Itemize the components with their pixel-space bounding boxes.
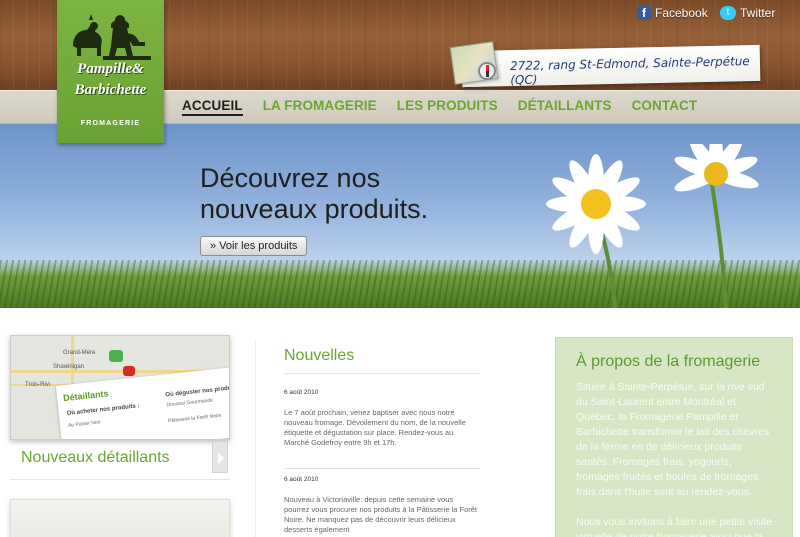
- nav-item-detaillants[interactable]: DÉTAILLANTS: [518, 98, 612, 116]
- hero-title-line1: Découvrez nos: [200, 163, 381, 193]
- divider: [284, 468, 480, 469]
- where-to-taste-label: Où déguster nos produits: [165, 384, 230, 399]
- retailer-name: Pâtisserie la Forêt Noire: [167, 412, 222, 425]
- nav-item-accueil[interactable]: ACCUEIL: [182, 98, 243, 116]
- twitter-label: Twitter: [740, 6, 776, 20]
- brand-name-line2: Barbichette: [74, 82, 147, 98]
- about-body: Située à Sainte-Perpétue, sur la rive su…: [576, 380, 776, 537]
- map-label: Trois-Rivi: [25, 382, 51, 388]
- news-date: 6 août 2010: [284, 476, 319, 483]
- arrow-right-icon[interactable]: [212, 441, 228, 473]
- about-title: À propos de la fromagerie: [576, 353, 761, 370]
- news-body: Nouveau à Victoriaville: depuis cette se…: [284, 495, 478, 534]
- news-item: 6 août 2010 Le 7 août prochain, venez ba…: [284, 389, 480, 448]
- brand-name-line1: Pampille&: [77, 61, 144, 77]
- divider: [284, 373, 480, 374]
- map-label: Shawinigan: [53, 364, 85, 370]
- facebook-icon: f: [637, 6, 651, 20]
- facebook-label: Facebook: [655, 6, 708, 20]
- address-text: 2722, rang St-Edmond, Sainte-Perpétue (Q…: [509, 54, 750, 88]
- news-date: 6 août 2010: [284, 389, 319, 396]
- news-item: 6 août 2010 Nouveau à Victoriaville: dep…: [284, 476, 480, 535]
- retailers-card: Détaillants Où acheter nos produits : Au…: [55, 366, 230, 439]
- map-marker-icon: [123, 366, 135, 376]
- twitter-link[interactable]: t Twitter: [720, 6, 775, 20]
- brand-name: Pampille& Barbichette: [57, 62, 164, 98]
- hero-title: Découvrez nos nouveaux produits.: [200, 163, 520, 225]
- new-retailers-title[interactable]: Nouveaux détaillants: [21, 449, 170, 467]
- logo[interactable]: Pampille& Barbichette FROMAGERIE: [57, 0, 164, 143]
- where-to-buy-label: Où acheter nos produits :: [66, 403, 140, 417]
- map-marker-icon: [109, 350, 123, 362]
- retailers-card-heading: Détaillants: [62, 388, 109, 404]
- map-label: Grand-Mère: [63, 350, 96, 356]
- daisy-flowers-image: [546, 144, 759, 308]
- divider: [10, 479, 230, 480]
- about-box: À propos de la fromagerie Située à Saint…: [555, 337, 793, 537]
- divider: [255, 340, 256, 537]
- news-title: Nouvelles: [284, 347, 355, 364]
- brand-tagline: FROMAGERIE: [80, 120, 141, 127]
- retailer-name: Douceur Gourmande: [166, 397, 214, 409]
- twitter-icon: t: [720, 6, 736, 20]
- about-paragraph: Nous vous invitons à faire une petite vi…: [576, 516, 773, 537]
- retailer-name: Au Panier Noir: [67, 419, 101, 429]
- nav-item-la-fromagerie[interactable]: LA FROMAGERIE: [263, 98, 377, 116]
- hero-title-line2: nouveaux produits.: [200, 194, 429, 224]
- view-products-button[interactable]: » Voir les produits: [200, 236, 308, 256]
- compass-icon: [478, 62, 496, 80]
- news-body: Le 7 août prochain, venez baptiser avec …: [284, 408, 466, 447]
- nav-item-les-produits[interactable]: LES PRODUITS: [397, 98, 498, 116]
- facebook-link[interactable]: f Facebook: [637, 6, 708, 20]
- retailers-map-thumbnail[interactable]: Grand-Mère Shawinigan Trois-Rivi Détaill…: [10, 335, 230, 440]
- news-section: Nouvelles: [284, 347, 474, 365]
- about-paragraph: Située à Sainte-Perpétue, sur la rive su…: [576, 381, 770, 498]
- second-thumbnail[interactable]: [10, 499, 230, 537]
- goats-silhouette-icon: [73, 14, 151, 60]
- nav-item-contact[interactable]: CONTACT: [632, 98, 698, 116]
- main-nav: ACCUEIL LA FROMAGERIE LES PRODUITS DÉTAI…: [182, 98, 697, 116]
- address-card: 2722, rang St-Edmond, Sainte-Perpétue (Q…: [461, 44, 761, 88]
